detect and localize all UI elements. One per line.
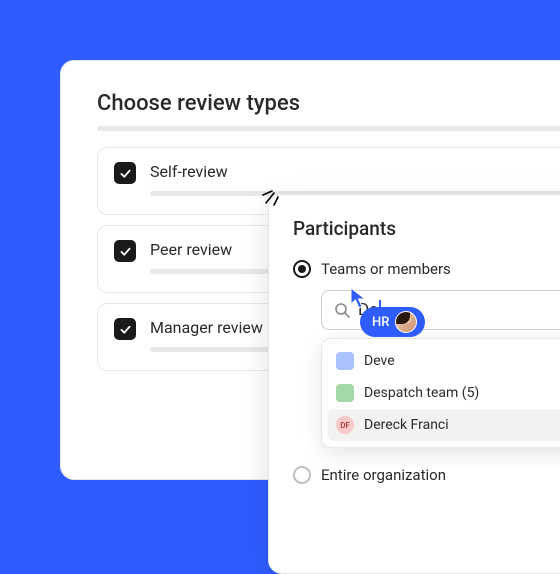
suggestion-item[interactable]: Despatch team (5) xyxy=(328,377,560,409)
participants-title: Participants xyxy=(293,217,560,240)
radio-teams-or-members[interactable]: Teams or members xyxy=(293,260,560,278)
collaborator-label: HR xyxy=(372,315,389,330)
radio-entire-organization[interactable]: Entire organization xyxy=(293,466,560,484)
divider xyxy=(97,126,560,131)
suggestion-item[interactable]: Deve xyxy=(328,345,560,377)
person-avatar-icon: DF xyxy=(336,416,354,434)
checkbox-icon[interactable] xyxy=(114,318,136,340)
radio-icon[interactable] xyxy=(293,466,311,484)
spark-icon xyxy=(260,177,292,209)
checkbox-icon[interactable] xyxy=(114,162,136,184)
suggestion-label: Deve xyxy=(364,353,395,369)
radio-label: Teams or members xyxy=(321,260,451,278)
cursor-icon xyxy=(350,287,368,309)
team-swatch-icon xyxy=(336,352,354,370)
collaborator-cursor: HR xyxy=(350,287,425,337)
avatar xyxy=(395,311,417,333)
suggestion-label: Despatch team (5) xyxy=(364,385,479,401)
option-label: Self-review xyxy=(150,162,560,181)
collaborator-tag: HR xyxy=(360,307,425,337)
suggestion-label: Dereck Franci xyxy=(364,417,449,433)
team-swatch-icon xyxy=(336,384,354,402)
card-title: Choose review types xyxy=(97,91,560,116)
radio-icon[interactable] xyxy=(293,260,311,278)
search-icon xyxy=(334,302,350,318)
search-suggestions: Deve Despatch team (5) DF Dereck Franci xyxy=(321,338,560,448)
radio-label: Entire organization xyxy=(321,466,446,484)
suggestion-item[interactable]: DF Dereck Franci xyxy=(328,409,560,441)
participants-card: Participants Teams or members De Deve De… xyxy=(268,194,560,574)
checkbox-icon[interactable] xyxy=(114,240,136,262)
